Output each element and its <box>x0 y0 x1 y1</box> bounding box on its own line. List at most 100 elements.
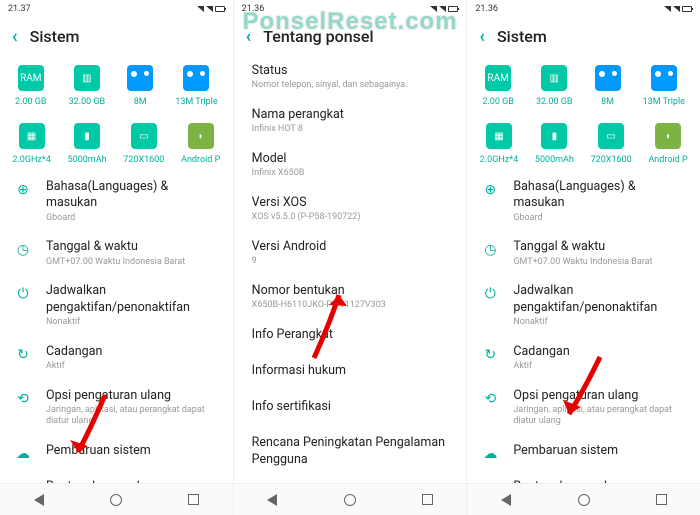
row-legal-info[interactable]: Informasi hukum <box>234 355 467 391</box>
row-title: Info sertifikasi <box>252 399 453 415</box>
row-cert-info[interactable]: Info sertifikasi <box>234 391 467 427</box>
row-sub: Nomor telepon, sinyal, dan sebagainya. <box>252 80 453 91</box>
row-languages[interactable]: ⊕Bahasa(Languages) & masukanGboard <box>0 171 233 231</box>
spec-cpu[interactable]: ▦ 2.0GHz*4 <box>12 123 50 165</box>
storage-icon: ▥ <box>74 65 100 91</box>
row-xos-version[interactable]: Versi XOSXOS v5.5.0 (P-P58-190722) <box>234 187 467 231</box>
row-sub: Gboard <box>513 213 686 224</box>
row-backup-restore[interactable]: 🗀Buat cadangan dan kembalikan <box>0 471 233 483</box>
row-schedule-power[interactable]: ⏻Jadwalkan pengaktifan/penonaktifanNonak… <box>0 275 233 335</box>
row-sub: X650B-H6110JKO-P-191127V303 <box>252 300 453 311</box>
row-title: Pembaruan sistem <box>513 443 686 459</box>
row-title: Rencana Peningkatan Pengalaman Pengguna <box>252 435 453 468</box>
spec-camera-rear[interactable]: 13M Triple <box>175 65 217 107</box>
row-backup[interactable]: ↻CadanganAktif <box>467 336 700 380</box>
nav-home-button[interactable] <box>341 491 359 509</box>
row-build-number[interactable]: Nomor bentukanX650B-H6110JKO-P-191127V30… <box>234 275 467 319</box>
spec-android[interactable]: ◗Android P <box>648 123 687 165</box>
spec-storage[interactable]: ▥32.00 GB <box>69 65 106 107</box>
backup-icon: ↻ <box>481 346 499 364</box>
battery-icon: ▮ <box>541 123 567 149</box>
row-model[interactable]: ModelInfinix X650B <box>234 143 467 187</box>
row-sub: 9 <box>252 256 453 267</box>
camera-icon <box>127 65 153 91</box>
clock-label: 21.37 <box>8 4 31 14</box>
battery-icon <box>682 6 692 12</box>
spec-label: 2.0GHz*4 <box>12 155 50 165</box>
spec-camera-front[interactable]: 8M <box>595 65 621 107</box>
three-screenshots-container: 21.37 ‹ Sistem RAM2.00 GB ▥32.00 GB 8M 1… <box>0 0 700 515</box>
nav-recent-button[interactable] <box>419 491 437 509</box>
nav-back-button[interactable] <box>30 491 48 509</box>
spec-battery[interactable]: ▮ 5000mAh <box>535 123 574 165</box>
row-device-name[interactable]: Nama perangkatInfinix HOT 8 <box>234 99 467 143</box>
back-arrow-icon[interactable]: ‹ <box>12 26 18 47</box>
row-datetime[interactable]: ◷Tanggal & waktuGMT+07.00 Waktu Indonesi… <box>467 231 700 275</box>
row-reset-options[interactable]: ⟲Opsi pengaturan ulangJaringan, aplikasi… <box>467 380 700 435</box>
nav-recent-button[interactable] <box>652 491 670 509</box>
row-backup-restore[interactable]: 🗀Buat cadangan dan kembalikan <box>467 471 700 483</box>
cpu-icon: ▦ <box>19 123 45 149</box>
signal-icon <box>430 6 437 12</box>
row-system-update[interactable]: ☁Pembaruan sistem <box>0 435 233 471</box>
spec-screen[interactable]: ▭720X1600 <box>123 123 164 165</box>
row-reset-options[interactable]: ⟲Opsi pengaturan ulangJaringan, aplikasi… <box>0 380 233 435</box>
signal-icon <box>664 6 671 12</box>
spec-battery[interactable]: ▮5000mAh <box>68 123 107 165</box>
spec-ram[interactable]: RAM2.00 GB <box>482 65 514 107</box>
row-schedule-power[interactable]: ⏻Jadwalkan pengaktifan/penonaktifanNonak… <box>467 275 700 335</box>
spec-label: 5000mAh <box>535 155 574 165</box>
cloud-icon: ☁ <box>14 445 32 463</box>
spec-android[interactable]: ◗Android P <box>181 123 220 165</box>
back-arrow-icon[interactable]: ‹ <box>246 26 252 47</box>
screen-sistem-1: 21.37 ‹ Sistem RAM2.00 GB ▥32.00 GB 8M 1… <box>0 0 234 515</box>
spec-row-1: RAM2.00 GB ▥32.00 GB 8M 13M Triple <box>0 55 233 113</box>
row-languages[interactable]: ⊕Bahasa(Languages) & masukanGboard <box>467 171 700 231</box>
row-datetime[interactable]: ◷Tanggal & waktuGMT+07.00 Waktu Indonesi… <box>0 231 233 275</box>
spec-ram[interactable]: RAM2.00 GB <box>15 65 47 107</box>
screen-icon: ▭ <box>598 123 624 149</box>
row-backup[interactable]: ↻CadanganAktif <box>0 336 233 380</box>
about-list: StatusNomor telepon, sinyal, dan sebagai… <box>234 55 467 483</box>
battery-icon <box>215 6 225 12</box>
spec-camera-rear[interactable]: 13M Triple <box>643 65 685 107</box>
signal-icon <box>197 6 204 12</box>
spec-camera-front[interactable]: 8M <box>127 65 153 107</box>
row-sub: XOS v5.5.0 (P-P58-190722) <box>252 212 453 223</box>
row-sub: Aktif <box>513 361 686 372</box>
row-title: Jadwalkan pengaktifan/penonaktifan <box>46 283 219 316</box>
row-title: Informasi hukum <box>252 363 453 379</box>
spec-label: 13M Triple <box>175 97 217 107</box>
ram-icon: RAM <box>18 65 44 91</box>
spec-cpu[interactable]: ▦2.0GHz*4 <box>480 123 518 165</box>
power-icon: ⏻ <box>14 285 32 303</box>
row-sub: Nonaktif <box>513 317 686 328</box>
spec-screen[interactable]: ▭720X1600 <box>591 123 632 165</box>
cloud-icon: ☁ <box>481 445 499 463</box>
row-sub: Infinix HOT 8 <box>252 124 453 135</box>
page-title: Sistem <box>497 27 547 46</box>
row-android-version[interactable]: Versi Android9 <box>234 231 467 275</box>
row-device-info[interactable]: Info Perangkat <box>234 319 467 355</box>
spec-row-2: ▦2.0GHz*4 ▮ 5000mAh ▭720X1600 ◗Android P <box>467 113 700 171</box>
spec-storage[interactable]: ▥32.00 GB <box>536 65 573 107</box>
row-status[interactable]: StatusNomor telepon, sinyal, dan sebagai… <box>234 55 467 99</box>
cpu-icon: ▦ <box>486 123 512 149</box>
nav-home-button[interactable] <box>107 491 125 509</box>
row-title: Cadangan <box>46 344 219 360</box>
nav-back-button[interactable] <box>263 491 281 509</box>
nav-back-button[interactable] <box>497 491 515 509</box>
storage-icon: ▥ <box>541 65 567 91</box>
nav-recent-button[interactable] <box>185 491 203 509</box>
android-icon: ◗ <box>655 123 681 149</box>
nav-home-button[interactable] <box>575 491 593 509</box>
row-title: Jadwalkan pengaktifan/penonaktifan <box>513 283 686 316</box>
row-sub: Jaringan, aplikasi, atau perangkat dapat… <box>513 405 686 427</box>
row-experience-plan[interactable]: Rencana Peningkatan Pengalaman Pengguna <box>234 427 467 476</box>
spec-label: 13M Triple <box>643 97 685 107</box>
spec-label: 5000mAh <box>68 155 107 165</box>
page-title: Tentang ponsel <box>263 27 373 46</box>
settings-list: ⊕Bahasa(Languages) & masukanGboard ◷Tang… <box>0 171 233 483</box>
back-arrow-icon[interactable]: ‹ <box>479 26 485 47</box>
row-system-update[interactable]: ☁ Pembaruan sistem <box>467 435 700 471</box>
